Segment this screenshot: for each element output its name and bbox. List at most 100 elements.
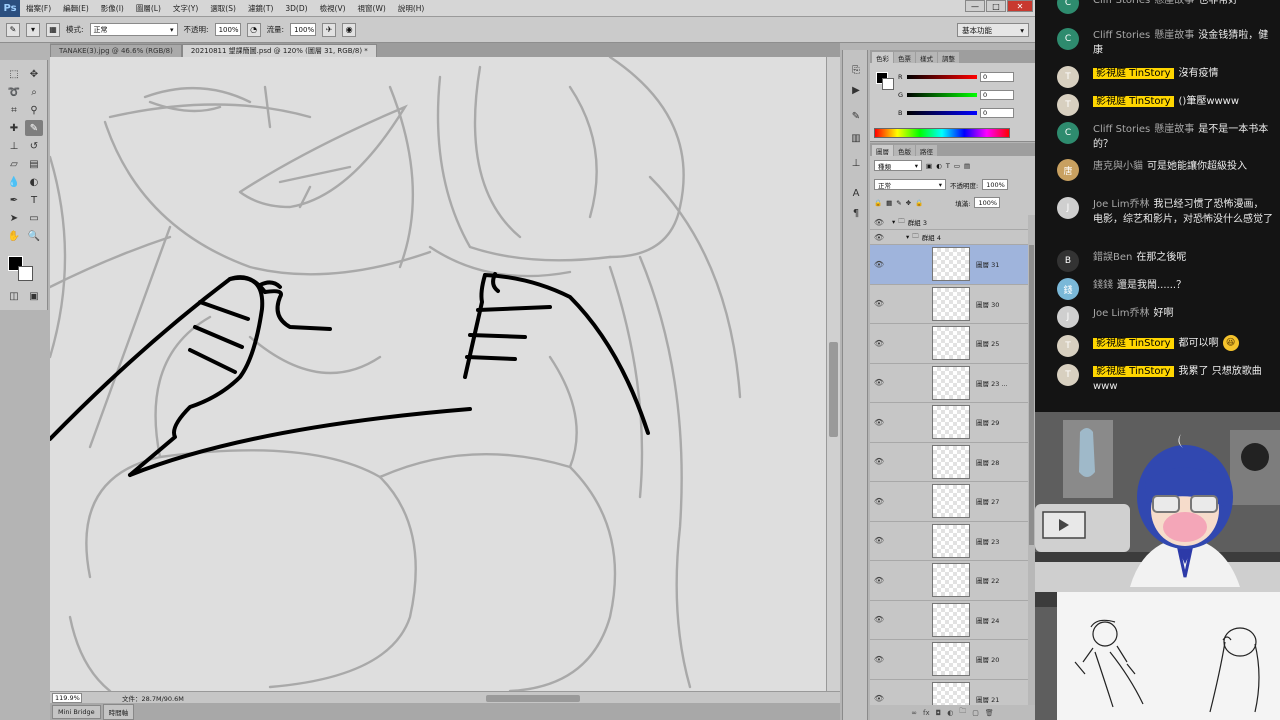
vertical-scroll-thumb[interactable]: [829, 342, 838, 437]
layer-row[interactable]: 👁 圖層 21: [870, 680, 1028, 705]
brush-panel-icon[interactable]: ✎: [848, 108, 864, 124]
new-layer-icon[interactable]: ▢: [972, 709, 979, 717]
lock-all-icon[interactable]: 🔒: [915, 199, 923, 207]
clone-stamp-tool-icon[interactable]: ⊥: [5, 138, 23, 154]
eye-icon[interactable]: 👁: [870, 378, 888, 387]
avatar[interactable]: T: [1057, 364, 1079, 386]
document-tab-1[interactable]: TANAKE(3).jpg @ 46.6% (RGB/8): [50, 44, 182, 57]
avatar[interactable]: J: [1057, 197, 1079, 219]
avatar[interactable]: T: [1057, 335, 1079, 357]
layer-row[interactable]: 👁 圖層 25: [870, 324, 1028, 364]
red-slider[interactable]: [907, 75, 977, 79]
filter-type-icon[interactable]: T: [946, 162, 950, 170]
avatar[interactable]: J: [1057, 306, 1079, 328]
menu-view[interactable]: 檢視(V): [314, 3, 352, 14]
crop-tool-icon[interactable]: ⌗: [5, 102, 23, 118]
new-group-icon[interactable]: 🗀: [959, 707, 966, 718]
marquee-tool-icon[interactable]: ⬚: [5, 66, 23, 82]
blue-value[interactable]: 0: [980, 108, 1014, 118]
menu-3d[interactable]: 3D(D): [279, 4, 313, 13]
canvas-vertical-scrollbar[interactable]: [826, 57, 840, 691]
filter-smart-icon[interactable]: ▤: [964, 162, 970, 170]
eye-icon[interactable]: 👁: [870, 218, 888, 227]
menu-image[interactable]: 影像(I): [95, 3, 130, 14]
layer-row[interactable]: 👁 圖層 31: [870, 245, 1028, 285]
brush-preset-picker[interactable]: ▾: [26, 22, 40, 37]
chat-author[interactable]: Cliff Stories: [1093, 124, 1150, 135]
tab-swatches[interactable]: 色票: [894, 52, 915, 63]
layer-row[interactable]: 👁 圖層 28: [870, 443, 1028, 482]
clone-source-panel-icon[interactable]: ⊥: [848, 155, 864, 171]
lasso-tool-icon[interactable]: ➰: [5, 84, 23, 100]
chat-author[interactable]: 錯誤Ben: [1093, 252, 1132, 263]
layer-row[interactable]: 👁 圖層 20: [870, 640, 1028, 680]
chat-author[interactable]: Cliff Stories: [1093, 30, 1150, 41]
red-value[interactable]: 0: [980, 72, 1014, 82]
tab-styles[interactable]: 樣式: [916, 52, 937, 63]
pressure-size-icon[interactable]: ◉: [342, 22, 357, 37]
layer-row[interactable]: 👁 圖層 23 ...: [870, 364, 1028, 403]
menu-edit[interactable]: 編輯(E): [57, 3, 95, 14]
tab-adjustments[interactable]: 調整: [938, 52, 959, 63]
chat-author[interactable]: 影視庭 TinStory: [1093, 68, 1174, 79]
chat-author[interactable]: Cliff Stories: [1093, 0, 1150, 6]
mode-select[interactable]: 正常 ▾: [89, 23, 178, 36]
tab-color[interactable]: 色彩: [872, 52, 893, 63]
chat-author[interactable]: Joe Lim乔林: [1093, 199, 1150, 210]
color-spectrum-ramp[interactable]: [874, 128, 1010, 138]
layers-scrollbar[interactable]: [1028, 215, 1035, 705]
fill-field[interactable]: 100%: [974, 197, 1001, 208]
eraser-tool-icon[interactable]: ▱: [5, 156, 23, 172]
lock-pixels-icon[interactable]: ✎: [896, 199, 901, 207]
workspace-select[interactable]: 基本功能 ▾: [957, 23, 1029, 37]
green-value[interactable]: 0: [980, 90, 1014, 100]
eye-icon[interactable]: 👁: [870, 497, 888, 506]
brush-tool-icon[interactable]: ✎: [6, 22, 20, 37]
document-tab-2[interactable]: 20210811 望課簡圖.psd @ 120% (圖層 31, RGB/8) …: [181, 44, 377, 57]
eye-icon[interactable]: 👁: [870, 615, 888, 624]
eye-icon[interactable]: 👁: [870, 655, 888, 664]
background-color-swatch[interactable]: [18, 266, 33, 281]
link-layers-icon[interactable]: ∞: [911, 709, 917, 717]
chat-author[interactable]: 錢錢: [1093, 280, 1113, 291]
lock-transparent-icon[interactable]: ▦: [886, 199, 892, 207]
layer-row[interactable]: 👁 圖層 27: [870, 482, 1028, 522]
trash-icon[interactable]: 🗑: [985, 709, 994, 717]
brush-tool-icon[interactable]: ✎: [25, 120, 43, 136]
add-mask-icon[interactable]: ◘: [936, 709, 942, 717]
green-slider[interactable]: [907, 93, 977, 97]
blue-slider[interactable]: [907, 111, 977, 115]
zoom-level-field[interactable]: 119.9%: [52, 692, 82, 703]
eye-icon[interactable]: 👁: [870, 457, 888, 466]
dodge-tool-icon[interactable]: ◐: [25, 174, 43, 190]
maximize-button[interactable]: □: [986, 0, 1006, 12]
paragraph-panel-icon[interactable]: ¶: [848, 205, 864, 221]
layer-kind-filter[interactable]: 種類 ▾: [874, 160, 922, 171]
avatar[interactable]: 錢: [1057, 278, 1079, 300]
shape-tool-icon[interactable]: ▭: [25, 210, 43, 226]
history-panel-icon[interactable]: ⎘: [848, 62, 864, 78]
horizontal-scroll-thumb[interactable]: [486, 695, 580, 702]
avatar[interactable]: C: [1057, 28, 1079, 50]
zoom-tool-icon[interactable]: 🔍: [25, 228, 43, 244]
filter-adjustment-icon[interactable]: ◐: [936, 162, 942, 170]
eye-icon[interactable]: 👁: [870, 694, 888, 703]
layer-group-row[interactable]: 👁 ▾ 🗀 群組 3: [870, 215, 1028, 230]
history-brush-tool-icon[interactable]: ↺: [25, 138, 43, 154]
avatar[interactable]: 唐: [1057, 159, 1079, 181]
hand-tool-icon[interactable]: ✋: [5, 228, 23, 244]
brush-panel-toggle-icon[interactable]: ▦: [46, 22, 60, 37]
character-panel-icon[interactable]: A: [848, 185, 864, 201]
chat-author[interactable]: 唐克與小貓: [1093, 161, 1143, 172]
eyedropper-tool-icon[interactable]: ⚲: [25, 102, 43, 118]
tab-layers[interactable]: 圖層: [872, 145, 893, 156]
layer-style-icon[interactable]: fx: [923, 709, 930, 717]
eye-icon[interactable]: 👁: [870, 536, 888, 545]
lock-position-icon[interactable]: ✥: [906, 199, 911, 207]
layer-row[interactable]: 👁 圖層 22: [870, 561, 1028, 601]
eye-icon[interactable]: 👁: [870, 260, 888, 269]
brush-preset-panel-icon[interactable]: ▥: [848, 130, 864, 146]
opacity-field[interactable]: 100%: [214, 23, 241, 36]
airbrush-icon[interactable]: ✈: [322, 22, 337, 37]
layer-group-row[interactable]: 👁 ▾ 🗀 群組 4: [870, 230, 1028, 245]
